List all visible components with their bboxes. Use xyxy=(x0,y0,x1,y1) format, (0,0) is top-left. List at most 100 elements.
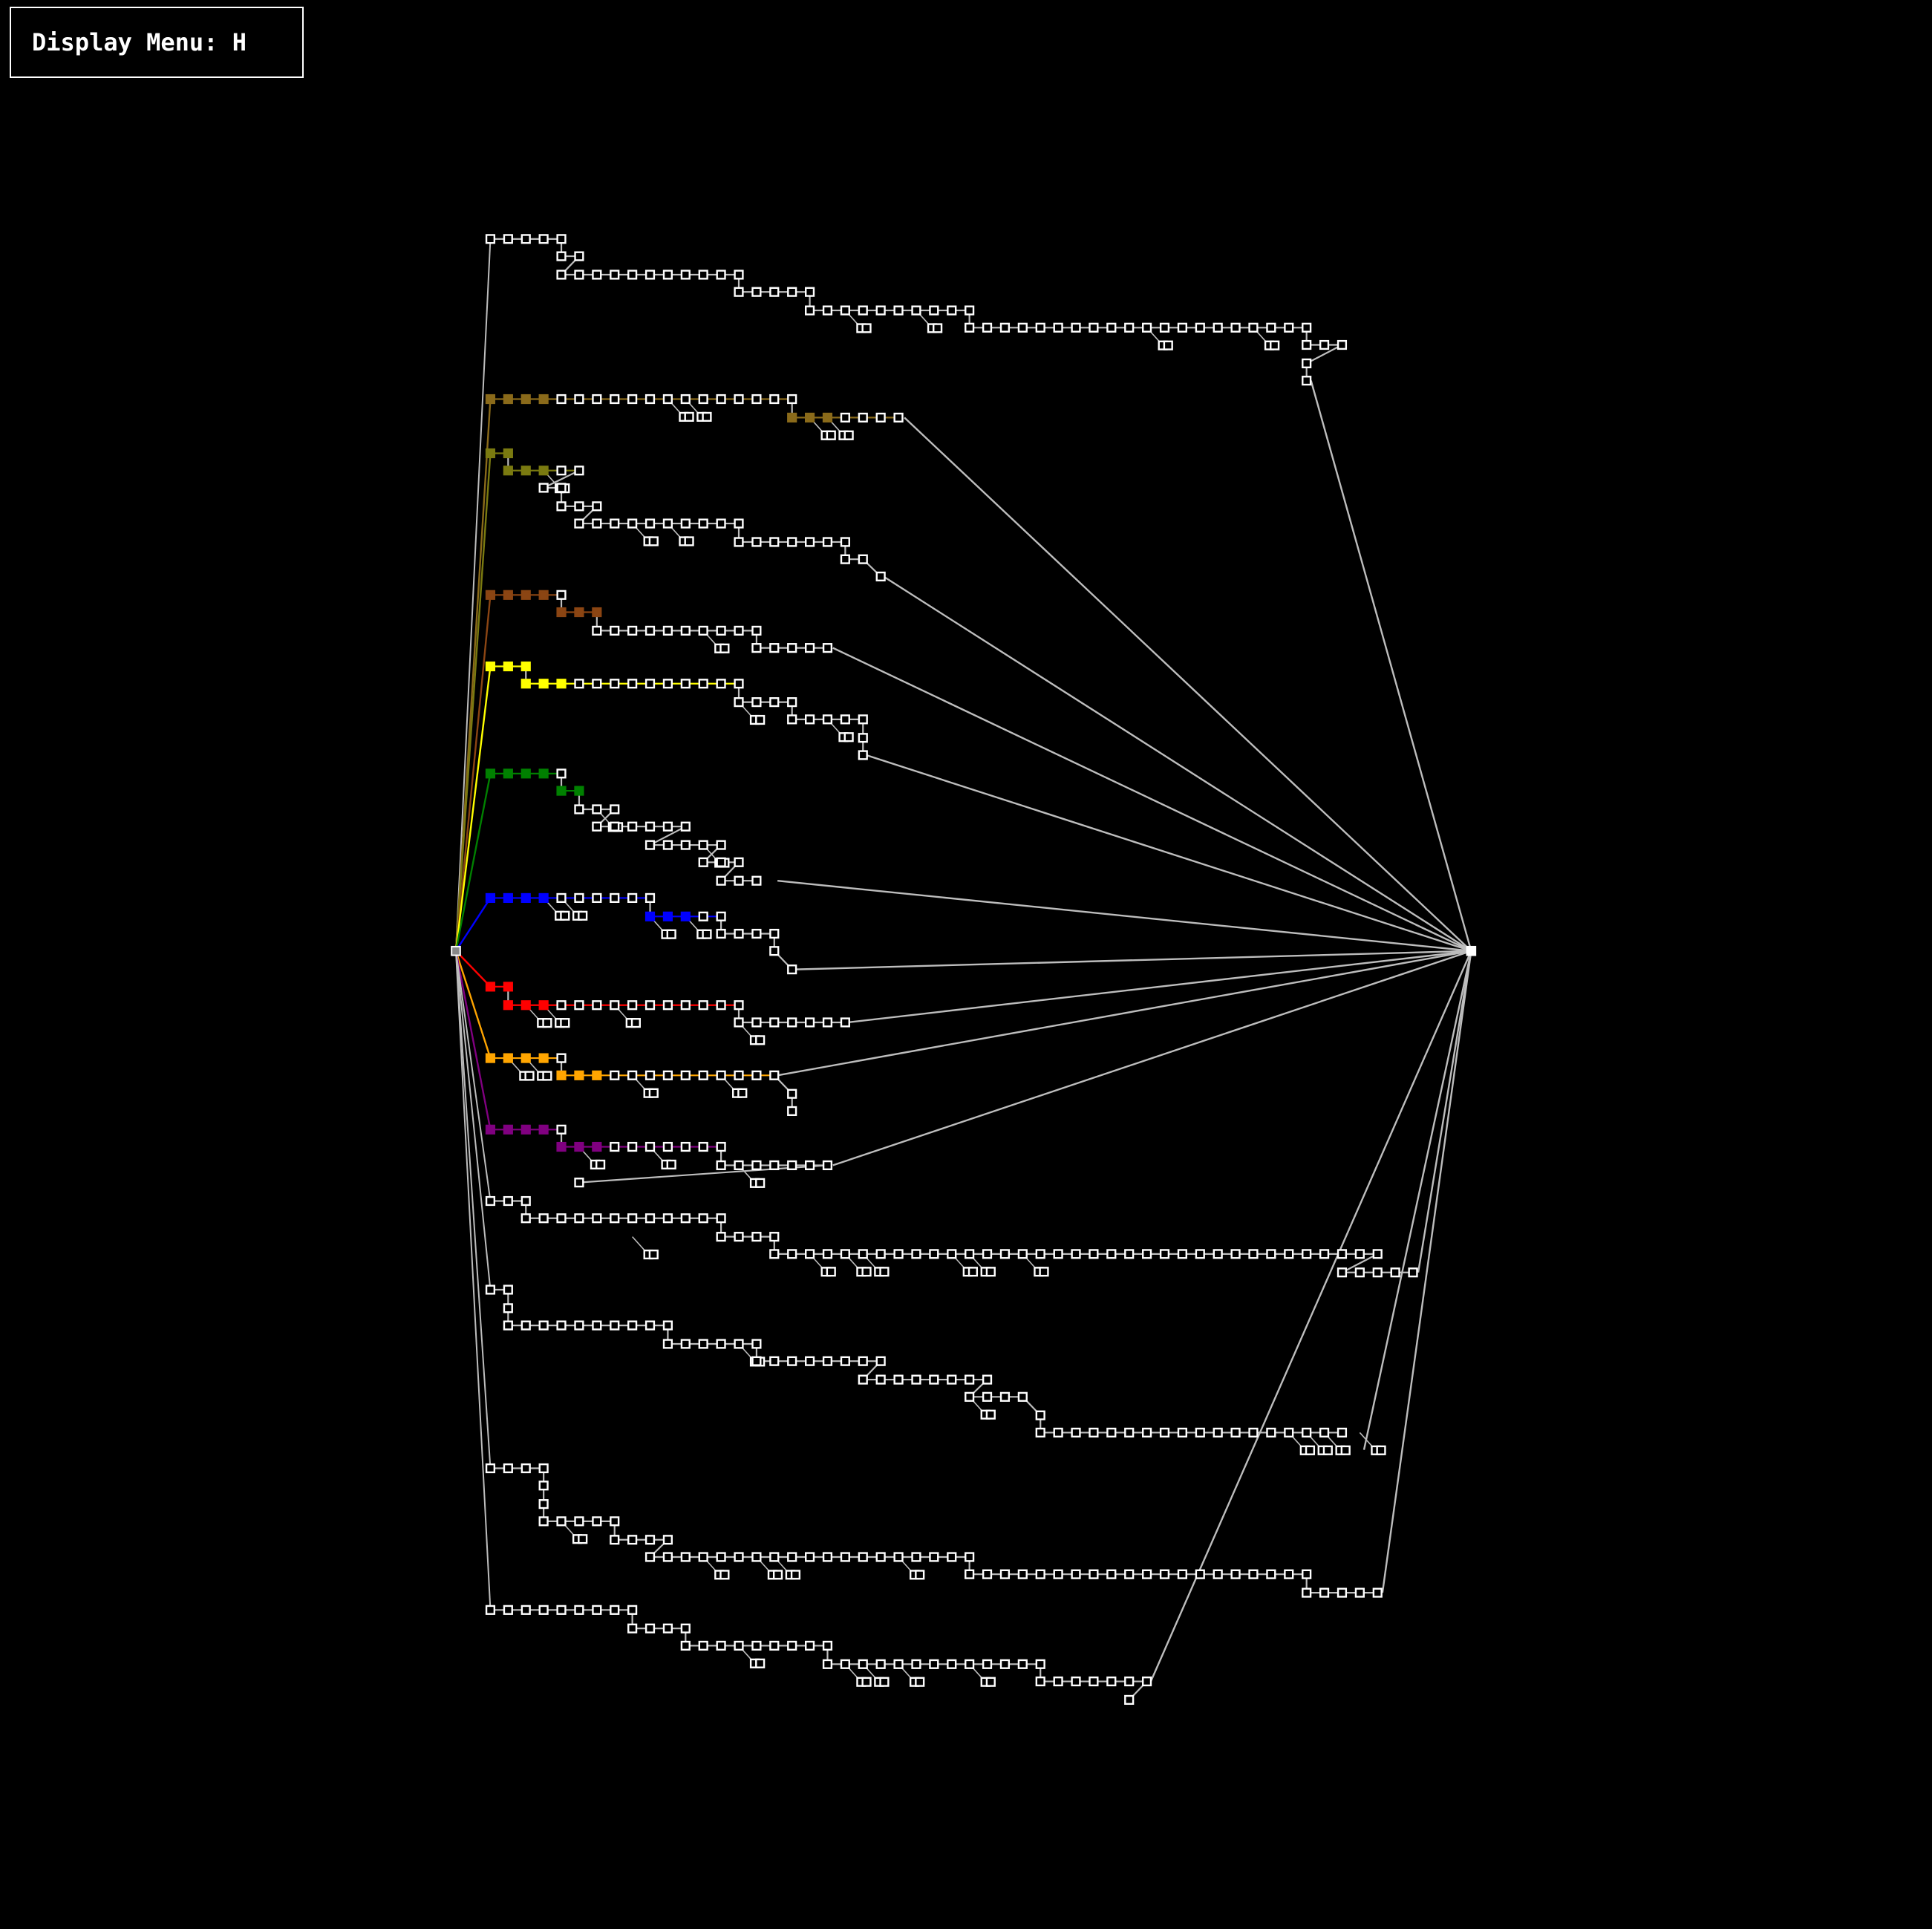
graph-node[interactable] xyxy=(822,1640,833,1651)
graph-node[interactable] xyxy=(574,1213,584,1224)
graph-node[interactable] xyxy=(538,1320,549,1331)
graph-node[interactable] xyxy=(662,1623,673,1633)
graph-node[interactable] xyxy=(1354,1587,1365,1598)
graph-node[interactable] xyxy=(610,394,620,405)
graph-node[interactable] xyxy=(644,821,656,832)
graph-node[interactable] xyxy=(804,643,815,653)
graph-node[interactable] xyxy=(503,1320,513,1331)
graph-node[interactable] xyxy=(503,982,513,992)
graph-node[interactable] xyxy=(503,590,513,600)
graph-node[interactable] xyxy=(485,768,496,779)
graph-node[interactable] xyxy=(804,1160,815,1171)
graph-node[interactable] xyxy=(1302,358,1312,368)
graph-node[interactable] xyxy=(1302,1587,1312,1598)
graph-node[interactable] xyxy=(592,518,602,529)
graph-node[interactable] xyxy=(610,518,620,529)
graph-node[interactable] xyxy=(485,590,496,600)
graph-node[interactable] xyxy=(698,679,708,689)
graph-node[interactable] xyxy=(716,1070,726,1080)
graph-node[interactable] xyxy=(716,679,726,689)
graph-node[interactable] xyxy=(787,1249,797,1259)
graph-node[interactable] xyxy=(556,251,567,261)
graph-node[interactable] xyxy=(716,928,726,939)
graph-node[interactable] xyxy=(574,1320,584,1331)
graph-node[interactable] xyxy=(680,1552,691,1562)
graph-node[interactable] xyxy=(520,1000,531,1011)
graph-node[interactable] xyxy=(644,679,656,689)
graph-node[interactable] xyxy=(538,590,549,600)
graph-node[interactable] xyxy=(804,1249,815,1259)
graph-node[interactable] xyxy=(787,714,797,725)
graph-node[interactable] xyxy=(933,323,943,333)
graph-node[interactable] xyxy=(840,1356,850,1366)
graph-node[interactable] xyxy=(769,643,780,653)
graph-node[interactable] xyxy=(542,1018,552,1028)
graph-node[interactable] xyxy=(822,1017,833,1028)
graph-node[interactable] xyxy=(822,1160,833,1171)
graph-node[interactable] xyxy=(804,537,815,547)
graph-node[interactable] xyxy=(662,1213,673,1224)
graph-node[interactable] xyxy=(755,1178,766,1188)
graph-node[interactable] xyxy=(1124,1249,1135,1259)
graph-node[interactable] xyxy=(485,1285,496,1295)
graph-node[interactable] xyxy=(574,1141,584,1152)
graph-node[interactable] xyxy=(893,305,904,316)
graph-node[interactable] xyxy=(769,1552,780,1562)
source-node[interactable] xyxy=(451,945,461,956)
graph-node[interactable] xyxy=(967,1267,979,1277)
graph-node[interactable] xyxy=(1195,1427,1205,1438)
graph-node[interactable] xyxy=(644,1141,656,1152)
graph-node[interactable] xyxy=(698,1213,708,1224)
graph-node[interactable] xyxy=(947,305,957,316)
graph-node[interactable] xyxy=(858,554,868,564)
graph-node[interactable] xyxy=(680,821,691,832)
graph-node[interactable] xyxy=(1071,1569,1081,1579)
graph-node[interactable] xyxy=(662,911,673,921)
graph-node[interactable] xyxy=(1017,322,1028,333)
graph-node[interactable] xyxy=(698,857,708,867)
graph-node[interactable] xyxy=(684,411,694,422)
graph-node[interactable] xyxy=(734,1017,744,1028)
graph-node[interactable] xyxy=(702,929,712,939)
graph-node[interactable] xyxy=(538,1481,549,1491)
graph-node[interactable] xyxy=(592,1141,602,1152)
graph-node[interactable] xyxy=(929,305,939,316)
graph-node[interactable] xyxy=(965,305,975,316)
graph-node[interactable] xyxy=(680,679,691,689)
graph-node[interactable] xyxy=(787,1088,797,1099)
graph-node[interactable] xyxy=(751,625,762,636)
graph-node[interactable] xyxy=(538,1000,549,1011)
graph-node[interactable] xyxy=(1284,322,1294,333)
graph-node[interactable] xyxy=(719,1570,730,1580)
graph-node[interactable] xyxy=(485,1605,496,1615)
graph-node[interactable] xyxy=(875,1659,886,1669)
graph-node[interactable] xyxy=(769,1356,780,1366)
graph-node[interactable] xyxy=(592,1516,602,1527)
graph-node[interactable] xyxy=(698,625,708,636)
graph-node[interactable] xyxy=(1159,1249,1170,1259)
graph-node[interactable] xyxy=(716,625,726,636)
graph-node[interactable] xyxy=(556,234,567,244)
graph-node[interactable] xyxy=(680,625,691,636)
graph-node[interactable] xyxy=(662,840,673,850)
graph-node[interactable] xyxy=(769,287,780,297)
graph-node[interactable] xyxy=(627,821,638,832)
graph-node[interactable] xyxy=(1053,1427,1063,1438)
graph-node[interactable] xyxy=(592,1070,602,1080)
graph-node[interactable] xyxy=(734,928,744,939)
graph-node[interactable] xyxy=(538,1516,549,1527)
graph-node[interactable] xyxy=(1071,322,1081,333)
graph-node[interactable] xyxy=(520,661,531,672)
graph-node[interactable] xyxy=(485,892,496,904)
graph-node[interactable] xyxy=(716,394,726,405)
graph-node[interactable] xyxy=(734,1552,744,1562)
graph-node[interactable] xyxy=(1248,1249,1259,1259)
sink-node[interactable] xyxy=(1466,945,1477,956)
graph-node[interactable] xyxy=(1302,339,1312,350)
graph-node[interactable] xyxy=(751,537,762,547)
graph-node[interactable] xyxy=(716,1160,726,1171)
graph-node[interactable] xyxy=(1035,1569,1045,1579)
graph-node[interactable] xyxy=(787,1160,797,1171)
graph-node[interactable] xyxy=(858,733,868,743)
graph-node[interactable] xyxy=(982,1659,993,1669)
